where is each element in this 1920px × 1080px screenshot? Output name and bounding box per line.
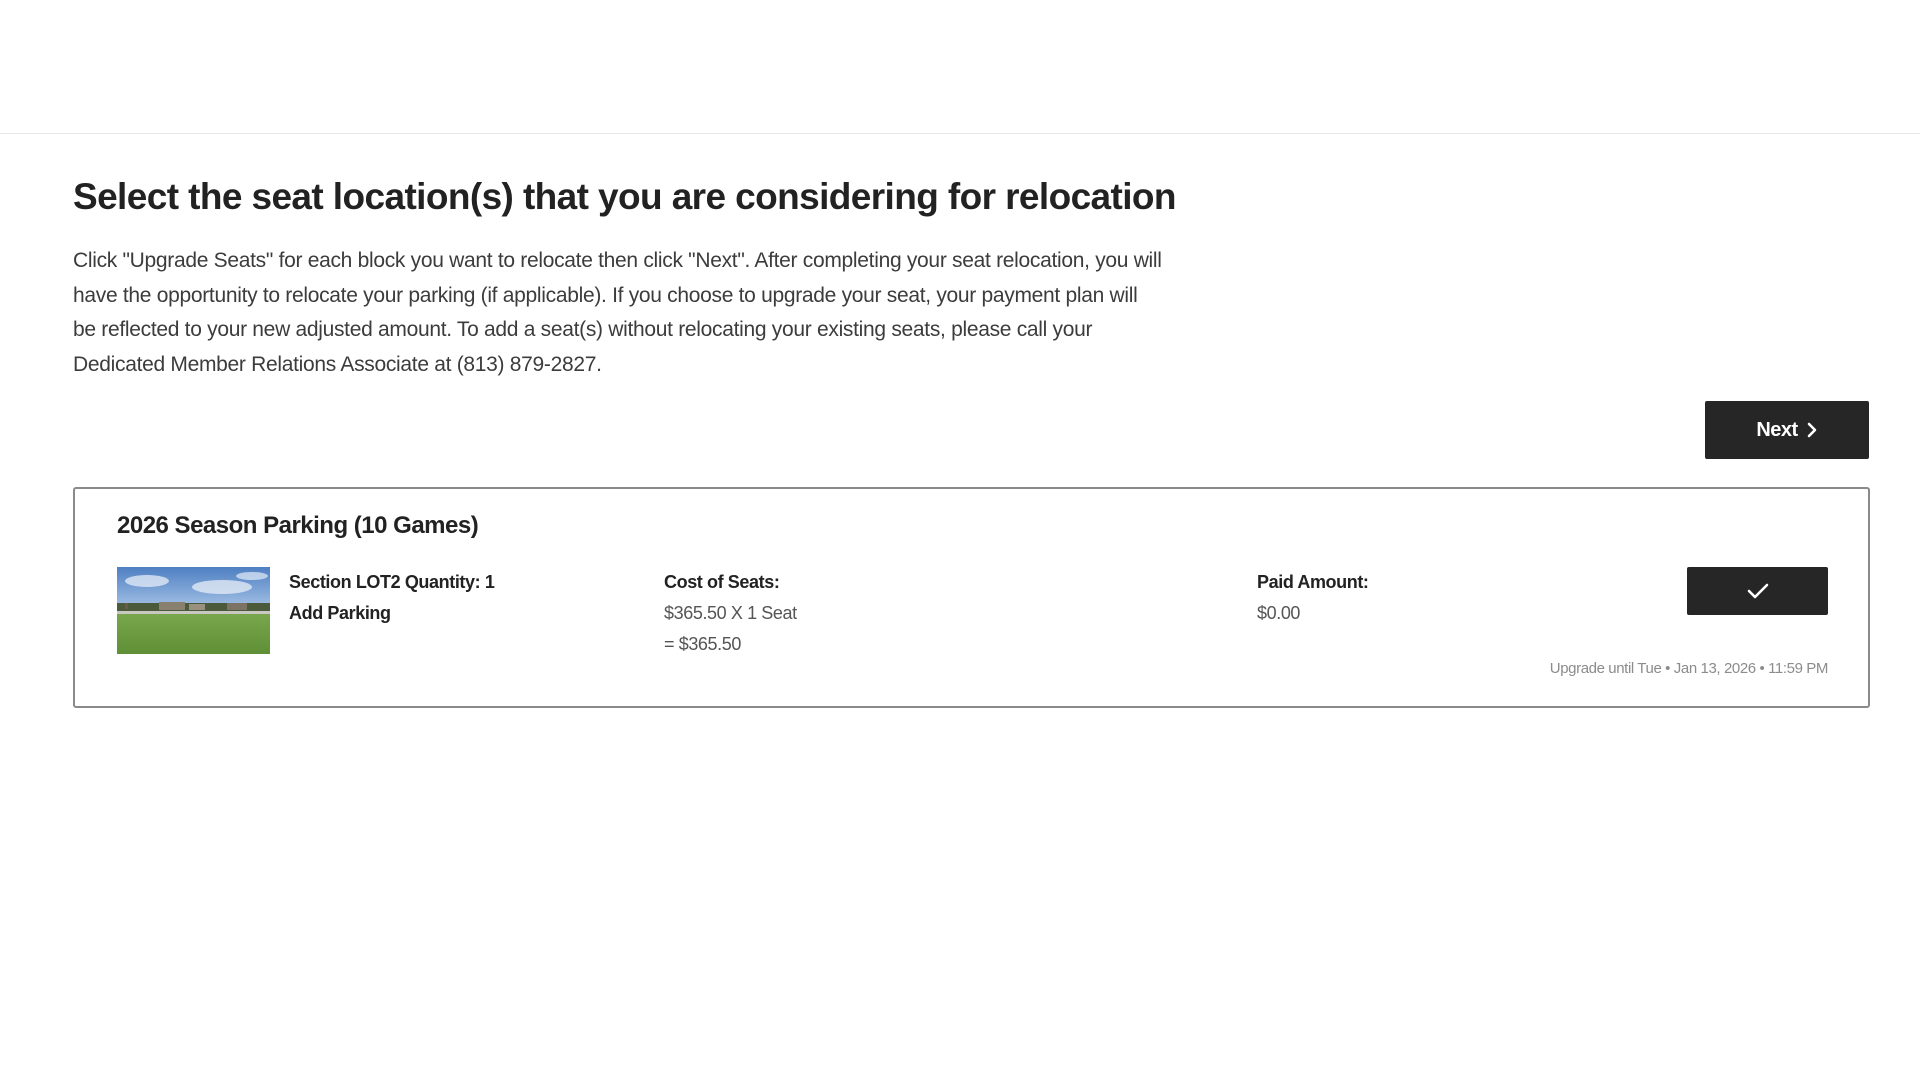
checkmark-icon bbox=[1747, 583, 1768, 599]
section-info: Section LOT2 Quantity: 1 Add Parking bbox=[289, 567, 495, 629]
cost-total: = $365.50 bbox=[664, 634, 741, 654]
paid-label: Paid Amount: bbox=[1257, 572, 1369, 592]
paid-info: Paid Amount: $0.00 bbox=[1257, 567, 1369, 629]
section-quantity: Section LOT2 Quantity: 1 bbox=[289, 572, 495, 592]
cost-formula: $365.50 X 1 Seat bbox=[664, 603, 797, 623]
block-title: 2026 Season Parking (10 Games) bbox=[117, 512, 479, 539]
next-button-label: Next bbox=[1756, 418, 1798, 441]
parking-block-card: 2026 Season Parking (10 Games) Section L… bbox=[73, 487, 1870, 708]
chevron-right-icon bbox=[1807, 422, 1816, 438]
page-title: Select the seat location(s) that you are… bbox=[73, 176, 1177, 217]
cost-label: Cost of Seats: bbox=[664, 572, 780, 592]
next-button[interactable]: Next bbox=[1705, 401, 1869, 459]
upgrade-deadline: Upgrade until Tue • Jan 13, 2026 • 11:59… bbox=[1549, 660, 1829, 677]
top-header bbox=[0, 0, 1920, 134]
add-parking-label: Add Parking bbox=[289, 603, 391, 623]
paid-value: $0.00 bbox=[1257, 603, 1301, 623]
instructions-text: Click "Upgrade Seats" for each block you… bbox=[73, 249, 1162, 376]
parking-lot-thumbnail bbox=[117, 567, 270, 654]
upgrade-seats-toggle-button[interactable] bbox=[1687, 567, 1828, 615]
cost-info: Cost of Seats: $365.50 X 1 Seat = $365.5… bbox=[664, 567, 797, 660]
